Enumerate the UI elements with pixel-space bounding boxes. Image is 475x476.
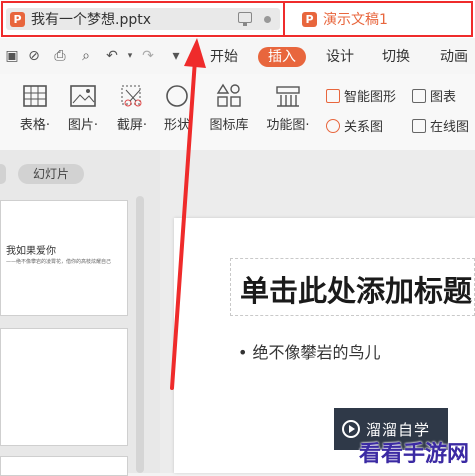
icon-library-label: 图标库 — [209, 118, 249, 133]
picture-label: 图片· — [67, 118, 99, 133]
function-chart-icon — [274, 82, 302, 110]
slide-thumbnail-3[interactable] — [0, 456, 128, 476]
site-watermark-text: 看看手游网 — [358, 441, 469, 467]
table-button[interactable]: 表格· — [14, 82, 56, 133]
link-icon[interactable]: ⊘ — [26, 48, 42, 64]
online-chart-label: 在线图 — [430, 120, 470, 135]
print-icon[interactable]: ⎙ — [52, 48, 68, 64]
menu-insert[interactable]: 插入 — [258, 47, 306, 67]
thumbnail-title: 我如果爱你 — [6, 246, 56, 257]
slides-tab[interactable]: 幻灯片 — [18, 164, 84, 184]
relation-chart-button[interactable]: 关系图 — [326, 116, 383, 135]
menu-animation[interactable]: 动画 — [440, 47, 468, 67]
menu-bar: ▣ ⊘ ⎙ ⌕ ↶ ▾ ↷ ▾ 开始 插入 设计 切换 动画 — [0, 38, 475, 75]
annotation-divider — [283, 3, 285, 35]
save-icon[interactable]: ▣ — [4, 48, 20, 64]
smart-art-button[interactable]: 智能图形 — [326, 86, 396, 105]
icon-library-icon — [215, 82, 243, 110]
menu-start[interactable]: 开始 — [210, 47, 238, 67]
thumbnail-subtitle: ——绝不像攀岩的凌霄花，借你的高枝炫耀自己 — [6, 259, 112, 265]
thumbnail-scrollbar[interactable] — [136, 196, 144, 473]
undo-icon[interactable]: ↶ — [104, 48, 120, 64]
picture-button[interactable]: 图片· — [62, 82, 104, 133]
undo-dropdown-icon[interactable]: ▾ — [122, 48, 138, 64]
chart-icon — [412, 88, 426, 103]
more-dropdown-icon[interactable]: ▾ — [168, 48, 184, 64]
outline-tab[interactable] — [0, 164, 6, 184]
relation-icon — [326, 118, 340, 133]
function-chart-label: 功能图· — [266, 118, 310, 133]
annotation-highlight-box — [1, 1, 473, 37]
site-watermark: 看看手游网 — [330, 430, 475, 473]
online-chart-button[interactable]: 在线图 — [412, 116, 469, 135]
icon-library-button[interactable]: 图标库 — [206, 82, 252, 133]
slide-bullet-text[interactable]: • 绝不像攀岩的鸟儿 — [238, 339, 381, 363]
table-icon — [21, 82, 49, 110]
smart-art-label: 智能图形 — [344, 90, 397, 105]
shape-icon — [163, 82, 191, 110]
chart-button[interactable]: 图表 — [412, 86, 456, 105]
slide-thumbnail-2[interactable] — [0, 328, 128, 446]
function-chart-button[interactable]: 功能图· — [260, 82, 316, 133]
smart-art-icon — [326, 88, 340, 103]
shape-label: 形状 — [163, 118, 190, 133]
relation-label: 关系图 — [344, 120, 384, 135]
table-label: 表格· — [19, 118, 51, 133]
redo-icon[interactable]: ↷ — [140, 48, 156, 64]
menu-design[interactable]: 设计 — [326, 47, 354, 67]
chart-label: 图表 — [430, 90, 457, 105]
print-preview-icon[interactable]: ⌕ — [78, 48, 94, 64]
menu-transition[interactable]: 切换 — [382, 47, 410, 67]
insert-ribbon: 表格· 图片· 截屏· 形状 图标库 功能图· 智能图形 图表 关系图 在线图 — [0, 74, 475, 151]
shape-button[interactable]: 形状 — [158, 82, 196, 133]
screenshot-icon — [118, 82, 146, 110]
screenshot-button[interactable]: 截屏· — [110, 82, 154, 133]
online-chart-icon — [412, 118, 426, 133]
picture-icon — [69, 82, 97, 110]
slide-title-text: 单击此处添加标题 — [240, 274, 473, 308]
screenshot-label: 截屏· — [116, 118, 148, 133]
